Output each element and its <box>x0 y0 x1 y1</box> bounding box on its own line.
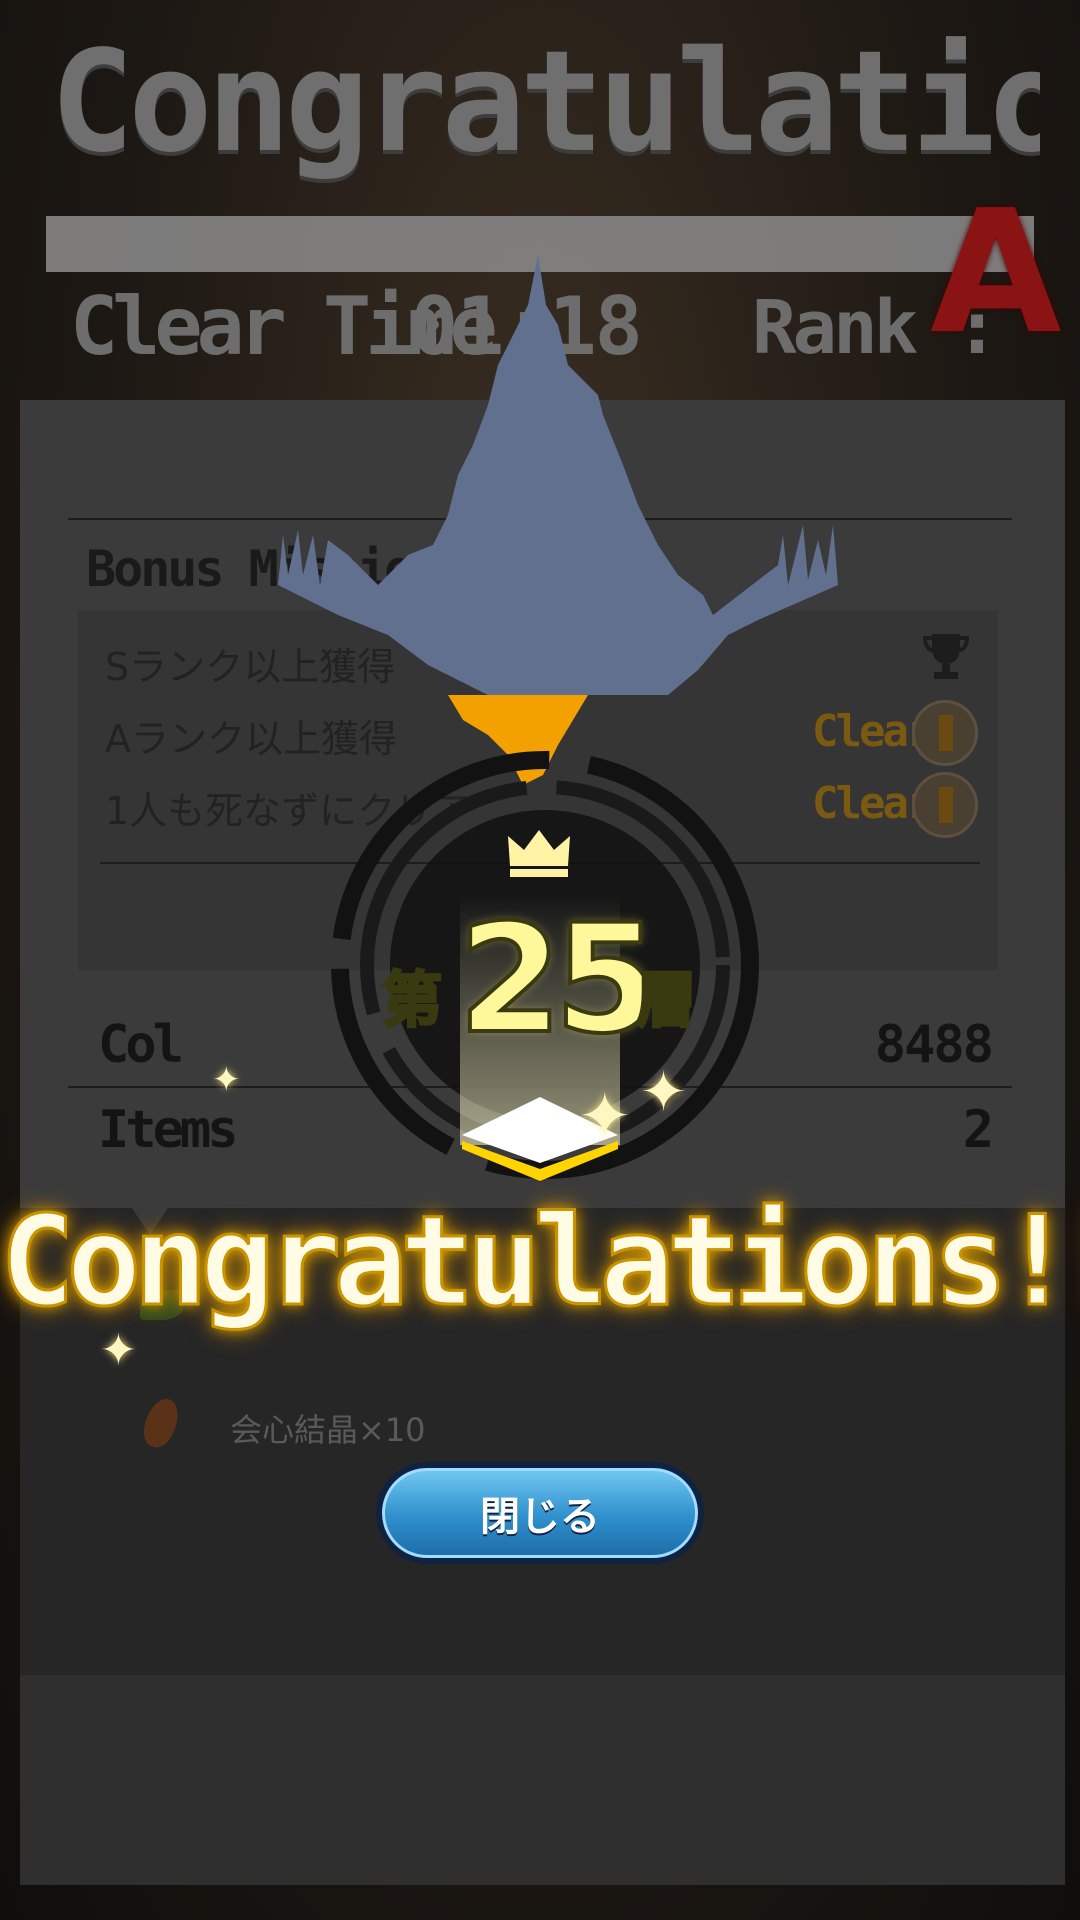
reward-item: 会心結晶×10 <box>230 1411 426 1449</box>
col-value: 8488 <box>874 1015 994 1075</box>
header-title: Congratulations!! <box>50 21 1040 184</box>
sparkle-icon: ✦ <box>100 1325 137 1376</box>
close-button-label[interactable]: 閉じる <box>382 1468 698 1558</box>
castle-silhouette <box>278 255 838 785</box>
items-value: 2 <box>962 1100 994 1160</box>
medal-icon <box>912 700 978 766</box>
floor-number: 25 <box>456 891 661 1069</box>
floor-prefix: 第 <box>381 965 444 1038</box>
panel-footer <box>20 1675 1065 1885</box>
congratulations-banner: Congratulations!! <box>0 1189 1080 1336</box>
medal-icon <box>912 772 978 838</box>
items-label: Items <box>98 1100 239 1160</box>
trophy-icon <box>922 634 970 679</box>
sparkle-icon: ✦ <box>640 1060 687 1125</box>
rank-value: A <box>930 174 1062 372</box>
sparkle-icon: ✦ <box>578 1080 632 1154</box>
crown-icon <box>508 830 570 877</box>
sparkle-icon: ✦ <box>212 1060 241 1100</box>
col-label: Col <box>98 1015 184 1075</box>
floor-suffix: 層 <box>635 965 698 1038</box>
close-button[interactable]: 閉じる <box>376 1462 704 1564</box>
